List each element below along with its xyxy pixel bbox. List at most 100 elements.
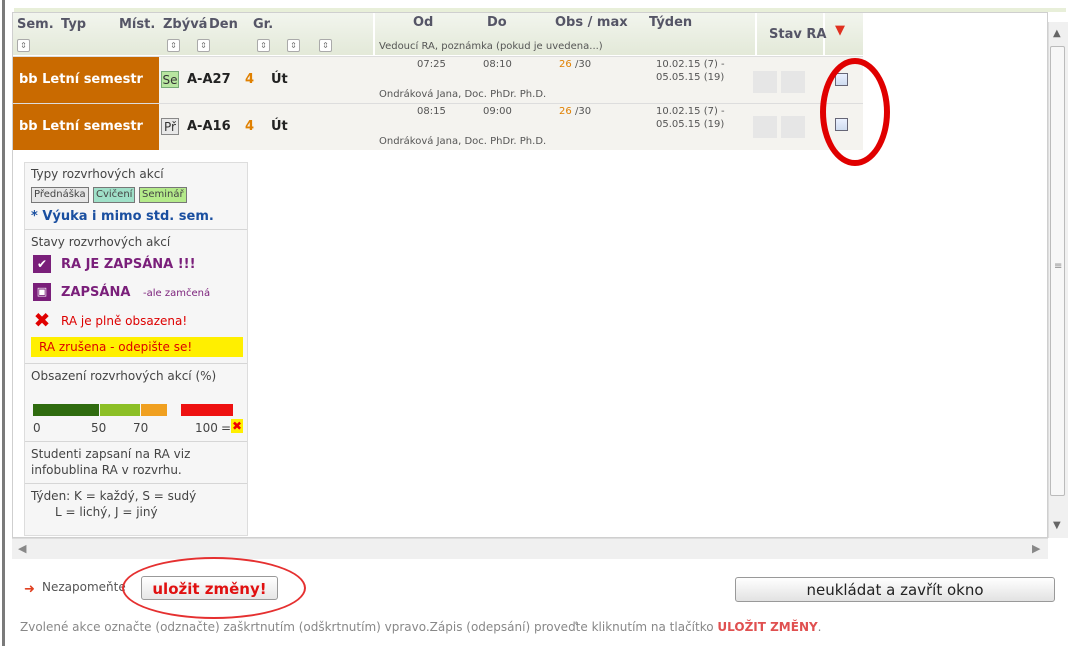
instructions-text: Zvolené akce označte (odznačte) zaškrtnu… <box>20 620 714 634</box>
col-den[interactable]: Den <box>209 17 238 32</box>
occupancy-bar-high <box>141 404 167 416</box>
col-do[interactable]: Do <box>487 15 507 30</box>
scroll-right-icon[interactable]: ▶ <box>1032 542 1040 555</box>
time-to: 08:10 <box>483 59 512 70</box>
time-to: 09:00 <box>483 106 512 117</box>
legend-zrusena: RA zrušena - odepište se! <box>39 340 193 354</box>
semestr-cell: bb Letní semestr <box>13 57 159 103</box>
divider <box>25 363 247 364</box>
close-without-saving-button[interactable]: neukládat a zavřít okno <box>735 577 1055 602</box>
week-range: 10.02.15 (7) - <box>656 59 725 70</box>
scroll-down-icon[interactable]: ▼ <box>1053 520 1061 531</box>
reminder-text: Nezapomeňte <box>42 580 126 594</box>
sort-icon[interactable]: ⇕ <box>167 39 180 52</box>
legend-types-title: Typy rozvrhových akcí <box>31 167 164 181</box>
col-mist[interactable]: Míst. <box>119 17 155 32</box>
free-seats: 4 <box>245 72 255 87</box>
teacher: Ondráková Jana, Doc. PhDr. Ph.D. <box>379 136 547 147</box>
cross-icon: ✖ <box>33 308 51 332</box>
room: A-A16 <box>187 119 231 134</box>
capacity: /30 <box>575 59 592 70</box>
room: A-A27 <box>187 72 231 87</box>
scale-50: 50 <box>91 421 107 435</box>
vertical-scroll-thumb[interactable]: ≡ <box>1050 46 1065 496</box>
week-range-end: 05.05.15 (19) <box>656 119 725 130</box>
occupancy-bar-low <box>33 404 99 416</box>
legend-obsazena: RA je plně obsazena! <box>61 314 188 328</box>
tag-cviceni: Cvičení <box>93 187 136 203</box>
col-sem[interactable]: Sem. <box>17 17 54 32</box>
sort-icon[interactable]: ⇕ <box>197 39 210 52</box>
vedouci-note-header: Vedoucí RA, poznámka (pokud je uvedena..… <box>379 41 603 52</box>
legend-studenti-2: infobublina RA v rozvrhu. <box>31 463 182 477</box>
col-zbyva[interactable]: Zbývá <box>163 17 207 32</box>
lock-icon: ▣ <box>33 283 51 301</box>
legend-studenti: Studenti zapsaní na RA viz <box>31 447 191 461</box>
scroll-up-icon[interactable]: ▲ <box>1053 28 1061 39</box>
scale-70: 70 <box>133 421 149 435</box>
type-badge-seminar: Se <box>161 71 179 88</box>
sort-icon[interactable]: ⇕ <box>319 39 332 52</box>
sort-icon[interactable]: ⇕ <box>287 39 300 52</box>
day: Út <box>271 72 288 87</box>
scale-0: 0 <box>33 421 41 435</box>
occupancy-bar-full <box>181 404 233 416</box>
occupancy-bar-mid <box>100 404 140 416</box>
legend-tyden-2: L = lichý, J = jiný <box>55 505 158 519</box>
occupied: 26 <box>559 59 572 70</box>
tag-seminar: Seminář <box>139 187 187 203</box>
time-from: 08:15 <box>417 106 446 117</box>
week-range: 10.02.15 (7) - <box>656 106 725 117</box>
col-tyden[interactable]: Týden <box>649 15 692 30</box>
tag-prednaska: Přednáška <box>31 187 89 203</box>
legend-tyden: Týden: K = každý, S = sudý <box>31 489 197 503</box>
scale-100: 100 <box>195 421 218 435</box>
status-slot <box>753 71 777 93</box>
col-obs-max[interactable]: Obs / max <box>555 15 628 30</box>
divider <box>25 229 247 230</box>
window-left-border <box>2 0 5 646</box>
day: Út <box>271 119 288 134</box>
grip-icon: ≡ <box>1054 261 1063 272</box>
instructions-strong: ULOŽIT ZMĚNY <box>717 620 818 634</box>
legend-vyuka: * Výuka i mimo std. sem. <box>31 209 214 224</box>
status-slot <box>753 116 777 138</box>
table-row: bb Letní semestr Se A-A27 4 Út 07:25 08:… <box>13 56 863 103</box>
sort-icon[interactable]: ⇕ <box>17 39 30 52</box>
annotation-circle <box>820 58 890 166</box>
cross-icon: ✖ <box>231 419 243 433</box>
legend-panel: Typy rozvrhových akcí Přednáška Cvičení … <box>24 162 248 536</box>
sort-down-arrow-icon[interactable]: ▼ <box>835 23 845 38</box>
instructions-end: . <box>817 620 822 634</box>
status-slot <box>781 116 805 138</box>
col-stav-ra[interactable]: Stav RA <box>769 27 826 42</box>
table-row: bb Letní semestr Př A-A16 4 Út 08:15 09:… <box>13 103 863 150</box>
free-seats: 4 <box>245 119 255 134</box>
divider <box>25 441 247 442</box>
check-icon: ✔ <box>33 255 51 273</box>
legend-states-title: Stavy rozvrhových akcí <box>31 235 171 249</box>
annotation-circle <box>122 557 306 619</box>
arrow-right-icon: ➜ <box>24 582 35 597</box>
instructions: Zvolené akce označte (odznačte) zaškrtnu… <box>20 620 822 634</box>
scroll-left-icon[interactable]: ◀ <box>18 542 26 555</box>
legend-occupancy-title: Obsazení rozvrhových akcí (%) <box>31 369 217 383</box>
type-badge-prednaska: Př <box>161 118 179 135</box>
legend-zamcena-note: -ale zamčená <box>143 288 211 299</box>
time-from: 07:25 <box>417 59 446 70</box>
capacity: /30 <box>575 106 592 117</box>
divider <box>25 483 247 484</box>
col-gr[interactable]: Gr. <box>253 17 273 32</box>
col-typ[interactable]: Typ <box>61 17 86 32</box>
legend-zapsana: RA JE ZAPSÁNA !!! <box>61 257 196 272</box>
equals-sign: = <box>221 421 232 435</box>
semestr-cell: bb Letní semestr <box>13 104 159 150</box>
teacher: Ondráková Jana, Doc. PhDr. Ph.D. <box>379 89 547 100</box>
occupied: 26 <box>559 106 572 117</box>
sort-icon[interactable]: ⇕ <box>257 39 270 52</box>
legend-zamcena: ZAPSÁNA <box>61 285 131 300</box>
horizontal-scrollbar[interactable]: ◀ ▶ <box>12 538 1048 559</box>
status-slot <box>781 71 805 93</box>
week-range-end: 05.05.15 (19) <box>656 72 725 83</box>
col-od[interactable]: Od <box>413 15 433 30</box>
